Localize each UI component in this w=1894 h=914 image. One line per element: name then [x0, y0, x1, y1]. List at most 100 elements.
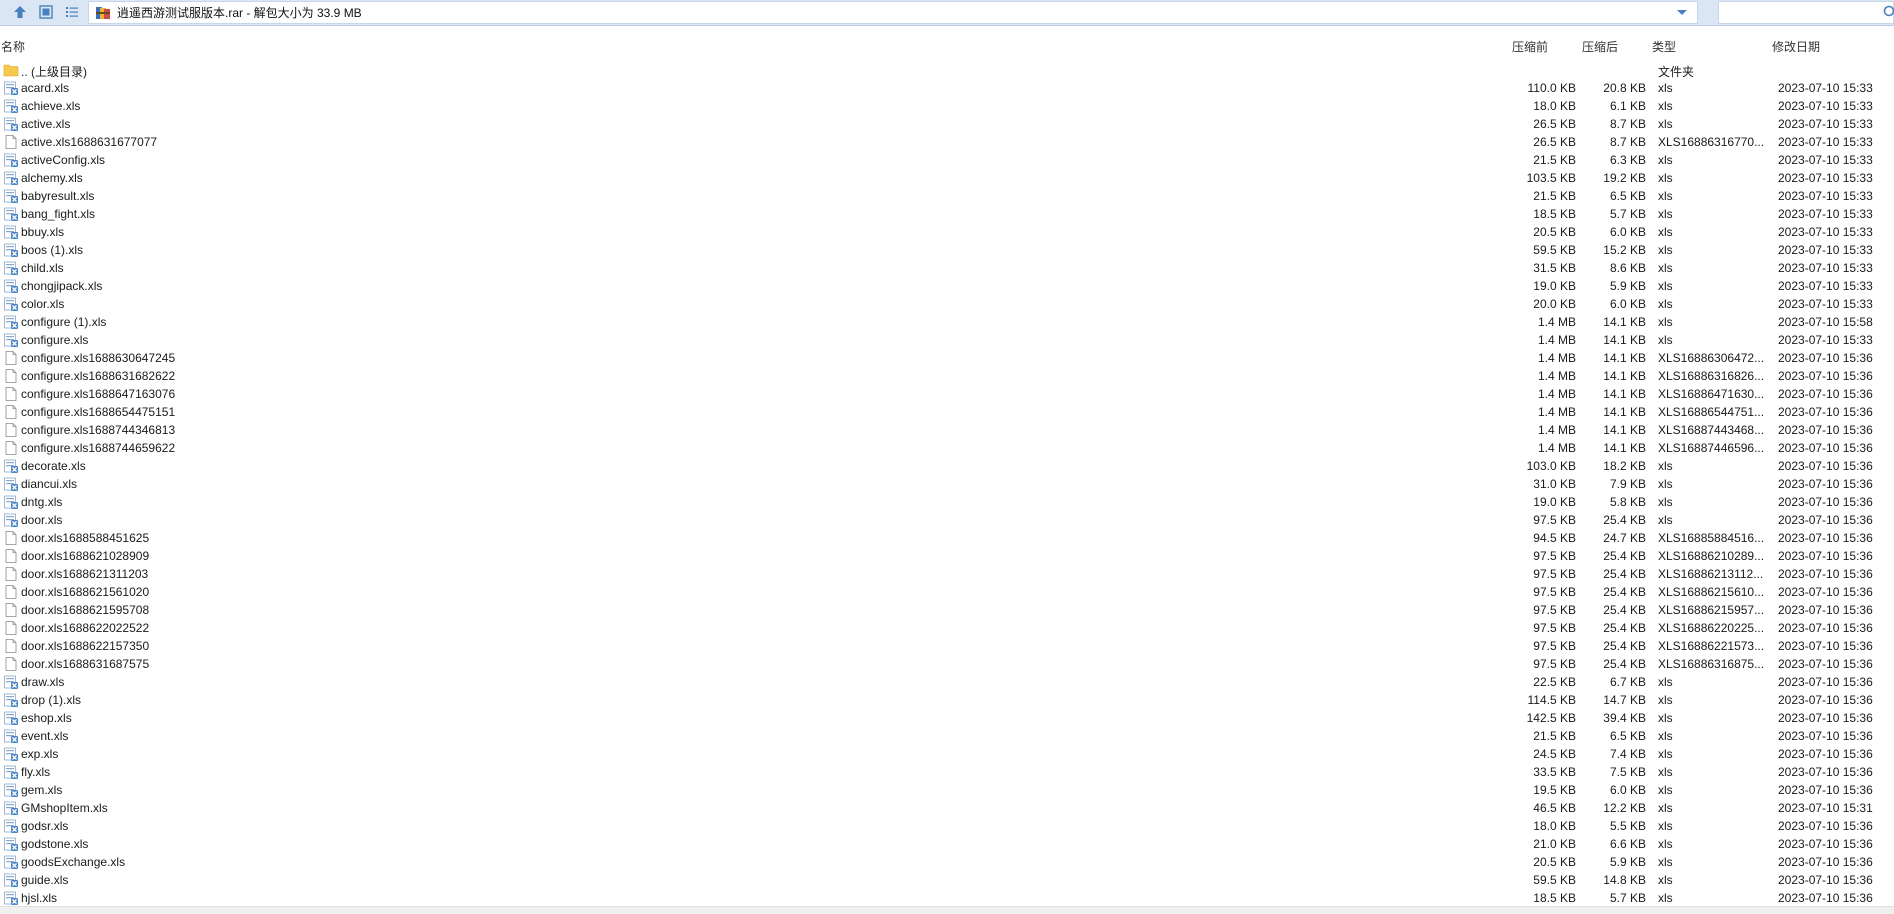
file-row[interactable]: godsr.xls 18.0 KB 5.5 KB xls 2023-07-10 …	[0, 817, 1894, 835]
file-row[interactable]: door.xls1688621561020 97.5 KB 25.4 KB XL…	[0, 583, 1894, 601]
file-row[interactable]: child.xls 31.5 KB 8.6 KB xls 2023-07-10 …	[0, 259, 1894, 277]
xls-icon	[3, 854, 19, 870]
file-row[interactable]: guide.xls 59.5 KB 14.8 KB xls 2023-07-10…	[0, 871, 1894, 889]
file-row[interactable]: achieve.xls 18.0 KB 6.1 KB xls 2023-07-1…	[0, 97, 1894, 115]
file-type: XLS16886215610...	[1658, 585, 1765, 599]
file-modified: 2023-07-10 15:33	[1778, 225, 1873, 239]
file-size-after: 25.4 KB	[1603, 585, 1646, 599]
address-bar[interactable]: 逍遥西游测试服版本.rar - 解包大小为 33.9 MB	[88, 1, 1698, 24]
file-size-before: 26.5 KB	[1533, 117, 1576, 131]
file-row[interactable]: drop (1).xls 114.5 KB 14.7 KB xls 2023-0…	[0, 691, 1894, 709]
file-row[interactable]: gem.xls 19.5 KB 6.0 KB xls 2023-07-10 15…	[0, 781, 1894, 799]
search-icon[interactable]	[1883, 5, 1894, 19]
view-list-button[interactable]	[62, 2, 82, 22]
file-name: decorate.xls	[21, 459, 86, 473]
view-details-button[interactable]	[36, 2, 56, 22]
file-size-after: 8.7 KB	[1609, 135, 1646, 149]
file-row[interactable]: babyresult.xls 21.5 KB 6.5 KB xls 2023-0…	[0, 187, 1894, 205]
file-row[interactable]: eshop.xls 142.5 KB 39.4 KB xls 2023-07-1…	[0, 709, 1894, 727]
file-row[interactable]: configure.xls1688647163076 1.4 MB 14.1 K…	[0, 385, 1894, 403]
file-name: godstone.xls	[21, 837, 89, 851]
file-row[interactable]: chongjipack.xls 19.0 KB 5.9 KB xls 2023-…	[0, 277, 1894, 295]
file-row[interactable]: door.xls 97.5 KB 25.4 KB xls 2023-07-10 …	[0, 511, 1894, 529]
file-row[interactable]: GMshopItem.xls 46.5 KB 12.2 KB xls 2023-…	[0, 799, 1894, 817]
file-size-after: 6.0 KB	[1609, 297, 1646, 311]
file-row[interactable]: .. (上级目录) 文件夹	[0, 61, 1894, 79]
file-modified: 2023-07-10 15:36	[1778, 585, 1873, 599]
column-header-type[interactable]: 类型	[1652, 38, 1676, 55]
file-row[interactable]: exp.xls 24.5 KB 7.4 KB xls 2023-07-10 15…	[0, 745, 1894, 763]
file-row[interactable]: activeConfig.xls 21.5 KB 6.3 KB xls 2023…	[0, 151, 1894, 169]
file-size-before: 97.5 KB	[1533, 549, 1576, 563]
file-row[interactable]: door.xls1688621028909 97.5 KB 25.4 KB XL…	[0, 547, 1894, 565]
file-row[interactable]: draw.xls 22.5 KB 6.7 KB xls 2023-07-10 1…	[0, 673, 1894, 691]
file-row[interactable]: decorate.xls 103.0 KB 18.2 KB xls 2023-0…	[0, 457, 1894, 475]
file-row[interactable]: door.xls1688621595708 97.5 KB 25.4 KB XL…	[0, 601, 1894, 619]
file-size-before: 59.5 KB	[1533, 243, 1576, 257]
file-row[interactable]: configure.xls1688744346813 1.4 MB 14.1 K…	[0, 421, 1894, 439]
file-icon	[3, 134, 19, 150]
file-icon	[3, 404, 19, 420]
xls-icon	[3, 818, 19, 834]
column-header-modified[interactable]: 修改日期	[1772, 38, 1820, 55]
file-row[interactable]: acard.xls 110.0 KB 20.8 KB xls 2023-07-1…	[0, 79, 1894, 97]
file-size-before: 1.4 MB	[1537, 315, 1576, 329]
file-row[interactable]: bbuy.xls 20.5 KB 6.0 KB xls 2023-07-10 1…	[0, 223, 1894, 241]
file-modified: 2023-07-10 15:36	[1778, 369, 1873, 383]
file-size-after: 14.1 KB	[1603, 441, 1646, 455]
file-row[interactable]: color.xls 20.0 KB 6.0 KB xls 2023-07-10 …	[0, 295, 1894, 313]
file-row[interactable]: configure.xls1688744659622 1.4 MB 14.1 K…	[0, 439, 1894, 457]
file-row[interactable]: configure.xls1688654475151 1.4 MB 14.1 K…	[0, 403, 1894, 421]
file-row[interactable]: alchemy.xls 103.5 KB 19.2 KB xls 2023-07…	[0, 169, 1894, 187]
file-size-after: 5.8 KB	[1609, 495, 1646, 509]
file-row[interactable]: door.xls1688622022522 97.5 KB 25.4 KB XL…	[0, 619, 1894, 637]
file-name: configure.xls1688744346813	[21, 423, 176, 437]
file-size-before: 1.4 MB	[1537, 333, 1576, 347]
file-manager-window: 逍遥西游测试服版本.rar - 解包大小为 33.9 MB 名称 压缩前 压缩后…	[0, 0, 1894, 914]
file-row[interactable]: hjsl.xls 18.5 KB 5.7 KB xls 2023-07-10 1…	[0, 889, 1894, 907]
column-header-name[interactable]: 名称	[1, 38, 25, 55]
file-type: XLS16885884516...	[1658, 531, 1765, 545]
file-icon	[3, 638, 19, 654]
file-row[interactable]: boos (1).xls 59.5 KB 15.2 KB xls 2023-07…	[0, 241, 1894, 259]
file-size-after: 14.1 KB	[1603, 405, 1646, 419]
file-row[interactable]: configure.xls1688630647245 1.4 MB 14.1 K…	[0, 349, 1894, 367]
up-level-button[interactable]	[10, 2, 30, 22]
file-row[interactable]: door.xls1688631687575 97.5 KB 25.4 KB XL…	[0, 655, 1894, 673]
file-row[interactable]: configure.xls1688631682622 1.4 MB 14.1 K…	[0, 367, 1894, 385]
file-type: xls	[1658, 873, 1673, 887]
file-size-after: 8.6 KB	[1609, 261, 1646, 275]
file-size-after: 6.0 KB	[1609, 783, 1646, 797]
file-type: xls	[1658, 891, 1673, 905]
file-row[interactable]: active.xls1688631677077 26.5 KB 8.7 KB X…	[0, 133, 1894, 151]
file-row[interactable]: event.xls 21.5 KB 6.5 KB xls 2023-07-10 …	[0, 727, 1894, 745]
file-name: door.xls1688621311203	[21, 567, 149, 581]
address-path: 逍遥西游测试服版本.rar - 解包大小为 33.9 MB	[117, 6, 362, 20]
file-row[interactable]: door.xls1688588451625 94.5 KB 24.7 KB XL…	[0, 529, 1894, 547]
file-name: child.xls	[21, 261, 64, 275]
file-row[interactable]: fly.xls 33.5 KB 7.5 KB xls 2023-07-10 15…	[0, 763, 1894, 781]
column-header-size-after[interactable]: 压缩后	[1582, 38, 1618, 55]
file-modified: 2023-07-10 15:36	[1778, 783, 1873, 797]
xls-icon	[3, 782, 19, 798]
file-row[interactable]: door.xls1688622157350 97.5 KB 25.4 KB XL…	[0, 637, 1894, 655]
file-size-after: 15.2 KB	[1603, 243, 1646, 257]
column-header-size-before[interactable]: 压缩前	[1512, 38, 1548, 55]
file-row[interactable]: configure.xls 1.4 MB 14.1 KB xls 2023-07…	[0, 331, 1894, 349]
file-row[interactable]: configure (1).xls 1.4 MB 14.1 KB xls 202…	[0, 313, 1894, 331]
file-row[interactable]: goodsExchange.xls 20.5 KB 5.9 KB xls 202…	[0, 853, 1894, 871]
chevron-down-icon[interactable]	[1675, 6, 1689, 20]
file-size-before: 94.5 KB	[1533, 531, 1576, 545]
file-row[interactable]: dntg.xls 19.0 KB 5.8 KB xls 2023-07-10 1…	[0, 493, 1894, 511]
file-row[interactable]: godstone.xls 21.0 KB 6.6 KB xls 2023-07-…	[0, 835, 1894, 853]
file-row[interactable]: diancui.xls 31.0 KB 7.9 KB xls 2023-07-1…	[0, 475, 1894, 493]
file-row[interactable]: active.xls 26.5 KB 8.7 KB xls 2023-07-10…	[0, 115, 1894, 133]
file-row[interactable]: door.xls1688621311203 97.5 KB 25.4 KB XL…	[0, 565, 1894, 583]
file-size-after: 8.7 KB	[1609, 117, 1646, 131]
file-name: door.xls1688622022522	[21, 621, 150, 635]
file-size-before: 19.0 KB	[1533, 279, 1576, 293]
file-size-before: 114.5 KB	[1527, 693, 1576, 707]
file-name: event.xls	[21, 729, 69, 743]
file-row[interactable]: bang_fight.xls 18.5 KB 5.7 KB xls 2023-0…	[0, 205, 1894, 223]
search-input[interactable]	[1718, 1, 1894, 24]
